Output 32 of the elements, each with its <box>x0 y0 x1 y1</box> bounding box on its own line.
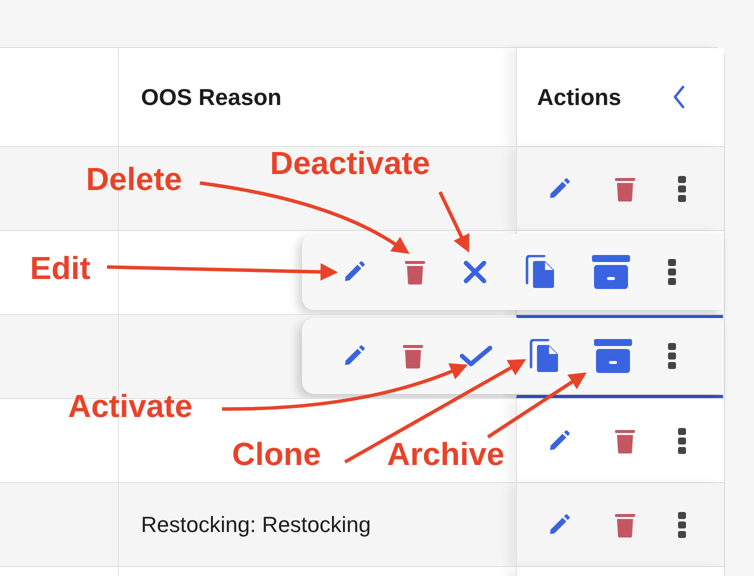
checkmark-icon[interactable] <box>459 344 494 368</box>
collapse-chevron-icon[interactable] <box>672 85 686 109</box>
annotation-label: Delete <box>86 162 182 198</box>
edit-icon[interactable] <box>342 260 366 284</box>
close-icon[interactable] <box>463 260 488 284</box>
trash-icon[interactable] <box>614 512 636 538</box>
column-header: OOS Reason <box>141 84 282 110</box>
edit-icon[interactable] <box>547 176 571 200</box>
trash-icon[interactable] <box>402 343 424 369</box>
edit-icon[interactable] <box>547 512 571 536</box>
copy-icon[interactable] <box>528 339 559 373</box>
more-icon[interactable] <box>678 428 686 454</box>
more-icon[interactable] <box>668 259 676 285</box>
column-header: Actions <box>537 84 622 110</box>
archive-box-icon[interactable] <box>592 255 630 289</box>
trash-icon[interactable] <box>614 428 636 454</box>
more-icon[interactable] <box>678 512 686 538</box>
more-icon[interactable] <box>668 343 676 369</box>
edit-icon[interactable] <box>342 344 366 368</box>
archive-box-icon[interactable] <box>594 339 632 373</box>
annotation-label: Archive <box>387 437 504 472</box>
trash-icon[interactable] <box>404 259 426 285</box>
trash-icon[interactable] <box>614 176 636 202</box>
annotation-label: Activate <box>68 389 192 424</box>
annotation-label: Clone <box>232 437 321 472</box>
reason-text: Restocking: Restocking <box>141 512 371 538</box>
annotation-label: Edit <box>30 251 90 286</box>
edit-icon[interactable] <box>547 428 571 452</box>
annotation-arrow <box>438 191 470 253</box>
annotation-label: Deactivate <box>270 146 430 182</box>
copy-icon[interactable] <box>524 255 555 289</box>
more-icon[interactable] <box>678 176 686 202</box>
